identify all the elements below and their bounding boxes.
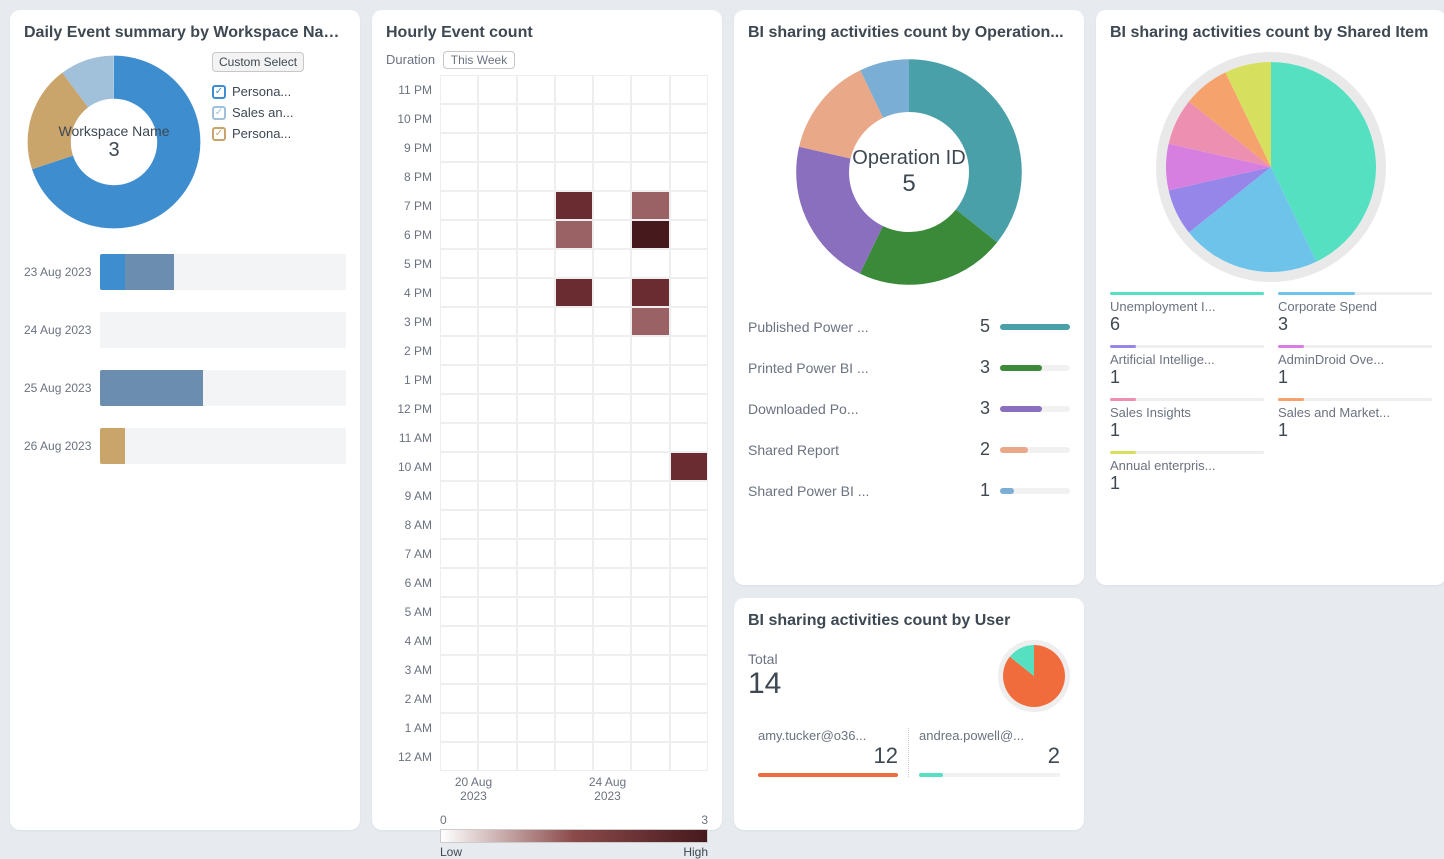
heatmap-chart: 11 PM10 PM9 PM8 PM7 PM6 PM5 PM4 PM3 PM2 … bbox=[386, 75, 708, 771]
shared-item-entry[interactable]: Corporate Spend3 bbox=[1278, 292, 1432, 335]
daily-bars: 23 Aug 2023 24 Aug 2023 25 Aug 2023 26 A… bbox=[24, 254, 346, 464]
legend-item[interactable]: ✓Persona... bbox=[212, 84, 346, 99]
shared-item-entry[interactable]: Unemployment I...6 bbox=[1110, 292, 1264, 335]
operation-donut-chart: Operation ID 5 bbox=[789, 52, 1029, 292]
legend-item[interactable]: ✓Persona... bbox=[212, 126, 346, 141]
shared-item-entry[interactable]: Sales and Market...1 bbox=[1278, 398, 1432, 441]
shared-item-entry[interactable]: Artificial Intellige...1 bbox=[1110, 345, 1264, 388]
card-title: BI sharing activities count by User bbox=[748, 612, 1070, 630]
user-pie-chart bbox=[998, 640, 1070, 712]
shared-item-pie-chart bbox=[1156, 52, 1386, 282]
heatmap-scale: 03 LowHigh bbox=[440, 813, 708, 859]
donut-center-label: Workspace Name bbox=[58, 123, 169, 139]
shared-item-entry[interactable]: AdminDroid Ove...1 bbox=[1278, 345, 1432, 388]
total-value: 14 bbox=[748, 667, 781, 701]
legend-item[interactable]: ✓Sales an... bbox=[212, 105, 346, 120]
user-entry[interactable]: andrea.powell@...2 bbox=[909, 728, 1070, 777]
duration-selector[interactable]: This Week bbox=[443, 51, 515, 69]
card-bi-by-operation: BI sharing activities count by Operation… bbox=[734, 10, 1084, 585]
operation-list-item[interactable]: Printed Power BI ...3 bbox=[748, 347, 1070, 388]
custom-select-button[interactable]: Custom Select bbox=[212, 52, 304, 72]
duration-label: Duration bbox=[386, 52, 435, 67]
card-title: BI sharing activities count by Shared It… bbox=[1110, 24, 1432, 42]
card-bi-by-user: BI sharing activities count by User Tota… bbox=[734, 598, 1084, 830]
operation-list-item[interactable]: Downloaded Po...3 bbox=[748, 388, 1070, 429]
operation-list-item[interactable]: Published Power ...5 bbox=[748, 306, 1070, 347]
card-title: Hourly Event count bbox=[386, 24, 708, 42]
card-bi-by-shared-item: BI sharing activities count by Shared It… bbox=[1096, 10, 1444, 585]
total-label: Total bbox=[748, 651, 781, 667]
shared-item-entry[interactable]: Annual enterpris...1 bbox=[1110, 451, 1264, 494]
card-title: Daily Event summary by Workspace Name bbox=[24, 24, 346, 42]
user-entry[interactable]: amy.tucker@o36...12 bbox=[748, 728, 909, 777]
donut-center-value: 5 bbox=[902, 170, 915, 198]
card-title: BI sharing activities count by Operation… bbox=[748, 24, 1070, 42]
workspace-donut-chart: Workspace Name 3 bbox=[24, 52, 204, 232]
operation-list-item[interactable]: Shared Power BI ...1 bbox=[748, 470, 1070, 511]
operation-list-item[interactable]: Shared Report2 bbox=[748, 429, 1070, 470]
shared-item-entry[interactable]: Sales Insights1 bbox=[1110, 398, 1264, 441]
donut-center-value: 3 bbox=[108, 139, 119, 162]
donut-center-label: Operation ID bbox=[852, 147, 965, 170]
card-hourly-event-count: Hourly Event count Duration This Week 11… bbox=[372, 10, 722, 830]
card-daily-event-summary: Daily Event summary by Workspace Name Wo… bbox=[10, 10, 360, 830]
